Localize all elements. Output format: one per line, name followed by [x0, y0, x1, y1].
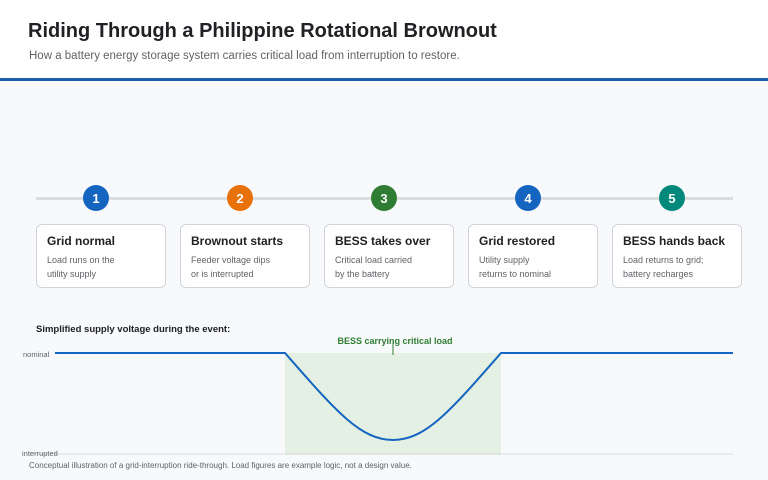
header: Riding Through a Philippine Rotational B… — [0, 0, 768, 81]
step-4-description: Utility supply returns to nominal — [479, 255, 552, 279]
step-2-card: Brownout starts Feeder voltage dips or i… — [180, 224, 310, 288]
step-2-title: Brownout starts — [191, 234, 284, 248]
step-5-card: BESS hands back Load returns to grid; ba… — [612, 224, 742, 288]
footnote: Conceptual illustration of a grid-interr… — [29, 461, 412, 470]
step-5-description: Load returns to grid; battery recharges — [623, 255, 704, 279]
step-3-title: BESS takes over — [335, 234, 431, 248]
step-1-description: Load runs on the utility supply — [47, 255, 115, 279]
step-4-title: Grid restored — [479, 234, 556, 248]
y-label-nominal: nominal — [23, 350, 50, 359]
step-1-card: Grid normal Load runs on the utility sup… — [36, 224, 166, 288]
step-4-card: Grid restored Utility supply returns to … — [468, 224, 598, 288]
page-title: Riding Through a Philippine Rotational B… — [28, 20, 497, 42]
step-3-description: Critical load carried by the battery — [335, 255, 413, 279]
step-3-card: BESS takes over Critical load carried by… — [324, 224, 454, 288]
step-1-circle: 1 — [83, 185, 109, 211]
step-2-description: Feeder voltage dips or is interrupted — [191, 255, 271, 279]
voltage-chart: BESS carrying critical load nominal inte… — [22, 336, 733, 458]
page-subtitle: How a battery energy storage system carr… — [29, 50, 460, 62]
step-5-circle: 5 — [659, 185, 685, 211]
step-5-title: BESS hands back — [623, 234, 726, 248]
step-1-title: Grid normal — [47, 234, 116, 248]
step-4-circle: 4 — [515, 185, 541, 211]
step-3-circle: 3 — [371, 185, 397, 211]
y-label-interrupted: interrupted — [22, 449, 58, 458]
annotation-label: BESS carrying critical load — [337, 336, 452, 346]
step-2-circle: 2 — [227, 185, 253, 211]
